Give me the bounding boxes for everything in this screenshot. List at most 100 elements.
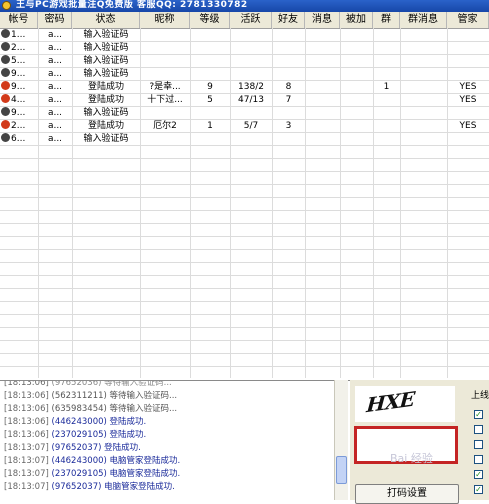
cell-group (373, 68, 400, 81)
qq-avatar-icon (1, 94, 10, 103)
log-time: [18:13:07] (4, 443, 52, 453)
option-checkbox[interactable]: ✓ (474, 410, 483, 419)
log-time: [18:13:06] (4, 430, 52, 440)
log-scrollbar-thumb[interactable] (336, 456, 347, 484)
log-message: (97652037) 电脑管家登陆成功. (51, 482, 175, 492)
table-row[interactable]: 4... a... 登陆成功 十下过... 5 47/13 7 YES (0, 94, 489, 107)
cell-level (190, 133, 230, 146)
column-header-groupmsg[interactable]: 群消息 (400, 12, 447, 28)
option-checkbox[interactable]: ✓ (474, 470, 483, 479)
captcha-settings-button[interactable]: 打码设置 (355, 484, 459, 504)
cell-pwd: a... (47, 108, 63, 118)
column-header-active[interactable]: 活跃 (230, 12, 272, 28)
cell-msg (305, 55, 340, 68)
cell-guard (447, 107, 489, 120)
grid-row-divider (0, 327, 489, 328)
option-checkbox[interactable] (474, 425, 483, 434)
table-row[interactable]: 5... a... 输入验证码 (0, 55, 489, 68)
cell-status: 登陆成功 (87, 82, 124, 92)
cell-friends (272, 68, 305, 81)
column-header-nick[interactable]: 昵称 (140, 12, 190, 28)
qq-avatar-icon (1, 81, 10, 90)
column-header-msg[interactable]: 消息 (305, 12, 340, 28)
cell-active (230, 55, 272, 68)
table-row[interactable]: 9... a... 登陆成功 ?是幸... 9 138/2 8 1 YES (0, 81, 489, 94)
log-line: [18:13:06] (635983454) 等待输入验证码... (4, 403, 177, 416)
cell-acct: 4... (0, 94, 39, 107)
account-text: 9... (11, 108, 26, 118)
options-header: 上线 (471, 391, 489, 401)
account-grid: 帐号 密码 状态 昵称 等级 活跃 好友 消息 被加群群消息 管家 1... a... 输入验证码 2.… (0, 12, 489, 378)
cell-nick (140, 29, 190, 42)
column-header-acct[interactable]: 帐号 (0, 12, 38, 28)
table-row[interactable]: 9... a... 输入验证码 (0, 68, 489, 81)
cell-group (373, 29, 400, 42)
column-header-group[interactable]: 群 (373, 12, 400, 28)
cell-pwd: a... (47, 95, 63, 105)
grid-row-divider (0, 158, 489, 159)
cell-group (373, 120, 400, 133)
account-text: 2... (11, 121, 26, 131)
column-header-friends[interactable]: 好友 (272, 12, 305, 28)
grid-row-divider (0, 197, 489, 198)
table-row[interactable]: 6... a... 输入验证码 (0, 133, 489, 146)
captcha-text: HXE (365, 386, 415, 418)
log-line: [18:13:06] (97652036) 等待输入验证码... (4, 380, 172, 390)
app-icon (2, 1, 11, 10)
option-checkbox[interactable] (474, 440, 483, 449)
grid-row-divider (0, 236, 489, 237)
cell-group (373, 107, 400, 120)
account-text: 1... (11, 30, 26, 40)
cell-msg (305, 120, 340, 133)
cell-nick (140, 42, 190, 55)
table-row[interactable]: 9... a... 输入验证码 (0, 107, 489, 120)
cell-msg (305, 81, 340, 94)
cell-status: 输入验证码 (83, 69, 129, 79)
column-header-guard[interactable]: 管家 (447, 12, 489, 28)
cell-guard (447, 133, 489, 146)
qq-avatar-icon (1, 42, 10, 51)
watermark: Bai 经验 (390, 452, 433, 465)
log-line: [18:13:07] (97652037) 登陆成功. (4, 442, 141, 455)
log-line: [18:13:07] (237029105) 电脑管家登陆成功. (4, 468, 180, 481)
cell-nick (140, 107, 190, 120)
grid-row-divider (0, 288, 489, 289)
cell-active (230, 29, 272, 42)
title-bar: 王与PC游戏批量注Q免费版 客服QQ: 2781330782 (0, 0, 489, 12)
account-text: 9... (11, 82, 26, 92)
cell-nick: 十下过... (147, 95, 183, 105)
cell-acct: 2... (0, 42, 39, 55)
table-row[interactable]: 1... a... 输入验证码 (0, 29, 489, 42)
cell-active: 5/7 (243, 121, 259, 131)
column-header-level[interactable]: 等级 (190, 12, 230, 28)
cell-added (340, 42, 373, 55)
cell-active: 47/13 (238, 95, 264, 105)
option-checkbox[interactable] (474, 455, 483, 464)
grid-header: 帐号 密码 状态 昵称 等级 活跃 好友 消息 被加群群消息 管家 (0, 12, 489, 29)
cell-friends (272, 133, 305, 146)
cell-added (340, 133, 373, 146)
cell-added (340, 94, 373, 107)
cell-active (230, 133, 272, 146)
table-row[interactable]: 2... a... 登陆成功 厄尔2 1 5/7 3 YES (0, 120, 489, 133)
cell-msg (305, 133, 340, 146)
cell-pwd: a... (47, 121, 63, 131)
cell-active: 138/2 (238, 82, 264, 92)
option-checkbox[interactable]: ✓ (474, 485, 483, 494)
cell-msg (305, 107, 340, 120)
cell-pwd: a... (47, 82, 63, 92)
table-row[interactable]: 2... a... 输入验证码 (0, 42, 489, 55)
column-header-status[interactable]: 状态 (72, 12, 140, 28)
cell-level: 9 (207, 82, 213, 92)
column-header-added[interactable]: 被加 (340, 12, 373, 28)
column-header-pwd[interactable]: 密码 (38, 12, 72, 28)
cell-nick: 厄尔2 (153, 121, 177, 131)
log-time: [18:13:06] (4, 380, 52, 388)
log-time: [18:13:06] (4, 404, 52, 414)
grid-row-divider (0, 314, 489, 315)
cell-groupmsg (400, 42, 447, 55)
log-scrollbar[interactable] (334, 380, 348, 500)
cell-guard (447, 29, 489, 42)
log-time: [18:13:06] (4, 417, 52, 427)
cell-groupmsg (400, 81, 447, 94)
